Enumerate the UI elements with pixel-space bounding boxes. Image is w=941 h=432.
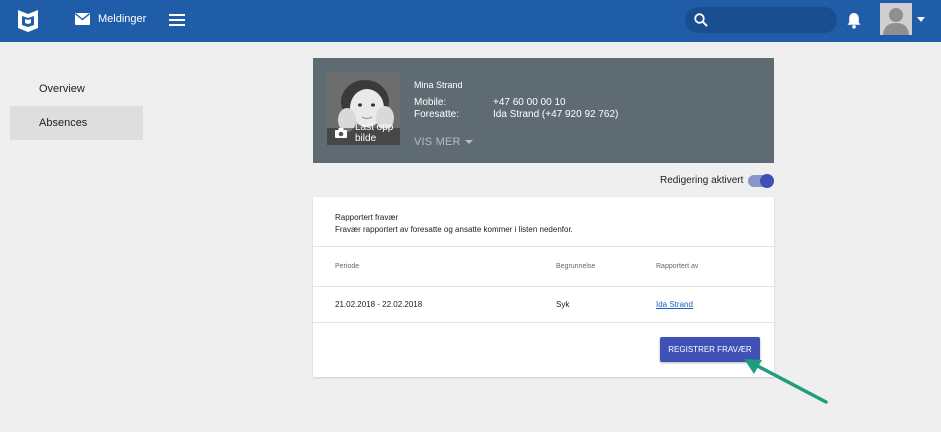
nav-item-overview[interactable]: Overview [10, 72, 143, 106]
profile-photo[interactable]: Last opp bilde [327, 72, 400, 145]
nav-item-absences[interactable]: Absences [10, 106, 143, 140]
camera-icon [335, 128, 347, 138]
student-profile-header: Last opp bilde Mina Strand Mobile: +47 6… [313, 58, 774, 163]
student-name: Mina Strand [414, 80, 463, 90]
search-box[interactable] [685, 7, 837, 33]
card-description: Fravær rapportert av foresatte og ansatt… [335, 225, 573, 234]
editing-toggle-switch[interactable] [748, 174, 774, 188]
editing-toggle-label: Redigering aktivert [660, 175, 744, 186]
divider [313, 286, 774, 287]
row-period: 21.02.2018 - 22.02.2018 [335, 300, 423, 309]
column-header-period: Periode [335, 263, 360, 270]
notifications-bell-icon[interactable] [846, 12, 862, 29]
messages-link[interactable]: Meldinger [98, 13, 146, 25]
column-header-reported-by: Rapportert av [656, 263, 699, 270]
mail-icon[interactable] [75, 13, 90, 25]
divider [313, 246, 774, 247]
account-menu-caret-icon[interactable] [917, 17, 925, 22]
row-reported-by-link[interactable]: Ida Strand [656, 300, 693, 309]
top-app-bar: Meldinger [0, 0, 941, 42]
mobile-value: +47 60 00 00 10 [493, 97, 566, 108]
guardian-value: Ida Strand (+47 920 92 762) [493, 109, 619, 120]
column-header-reason: Begrunnelse [556, 263, 596, 270]
search-icon [694, 13, 708, 27]
show-more-button[interactable]: VIS MER [414, 136, 461, 148]
row-reason: Syk [556, 300, 570, 309]
search-input[interactable] [717, 11, 827, 29]
card-title: Rapportert fravær [335, 213, 399, 222]
guardian-label: Foresatte: [414, 109, 460, 120]
annotation-arrow-icon [744, 359, 828, 404]
upload-photo-label[interactable]: Last opp bilde [355, 122, 397, 144]
user-silhouette-icon [880, 3, 912, 35]
divider [313, 322, 774, 323]
absences-card: Rapportert fravær Fravær rapportert av f… [313, 197, 774, 377]
toggle-knob [760, 174, 774, 188]
side-navigation: Overview Absences [10, 72, 143, 140]
user-avatar[interactable] [880, 3, 912, 35]
chevron-down-icon[interactable] [465, 140, 473, 144]
app-logo-icon[interactable] [16, 8, 40, 34]
hamburger-menu-icon[interactable] [169, 13, 185, 27]
mobile-label: Mobile: [414, 97, 447, 108]
